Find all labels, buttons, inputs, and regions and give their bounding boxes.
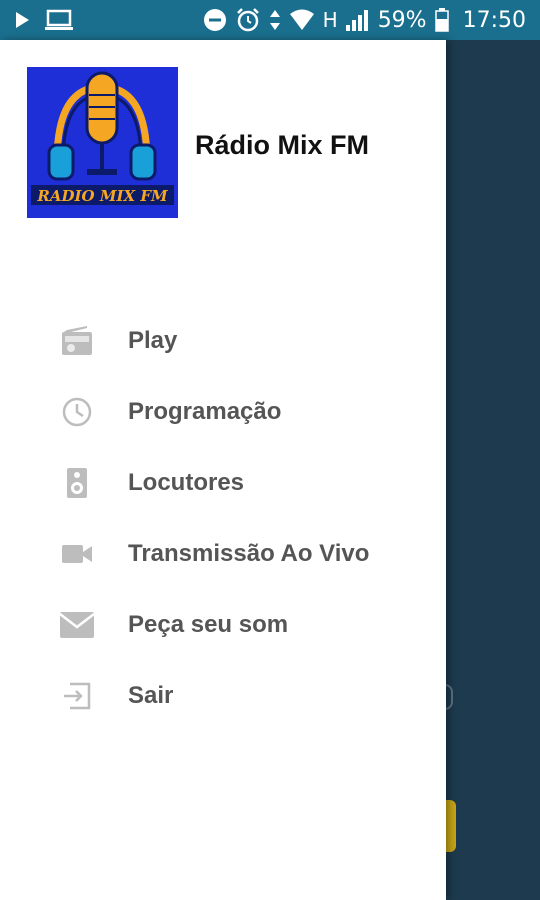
clock-icon	[59, 394, 95, 430]
envelope-icon	[59, 607, 95, 643]
do-not-disturb-icon	[203, 8, 227, 32]
alarm-icon	[235, 7, 261, 33]
data-arrows-icon	[269, 8, 281, 32]
speaker-icon	[59, 465, 95, 501]
exit-icon	[59, 678, 95, 714]
app-title: Rádio Mix FM	[195, 130, 369, 160]
navigation-drawer: RADIO MIX FM Rádio Mix FM Play Programaç…	[0, 40, 446, 900]
menu-label-peca-seu-som: Peça seu som	[128, 610, 289, 638]
video-camera-icon	[59, 536, 95, 572]
clock-time: 17:50	[462, 7, 526, 33]
menu-label-locutores: Locutores	[128, 468, 245, 496]
network-type: H	[322, 8, 338, 32]
menu-item-sair[interactable]: Sair	[0, 660, 446, 731]
app-logo: RADIO MIX FM	[27, 67, 178, 218]
battery-percent: 59%	[377, 7, 427, 33]
menu-item-locutores[interactable]: Locutores	[0, 447, 446, 518]
battery-icon	[434, 8, 449, 32]
play-notification-icon	[14, 11, 30, 29]
wifi-icon	[289, 9, 315, 31]
menu-item-peca-seu-som[interactable]: Peça seu som	[0, 589, 446, 660]
menu-item-programacao[interactable]: Programação	[0, 376, 446, 447]
app-background	[446, 40, 540, 900]
menu-label-play: Play	[128, 326, 178, 354]
status-bar: H 59% 17:50	[0, 0, 540, 40]
menu-label-transmissao: Transmissão Ao Vivo	[128, 539, 370, 567]
menu-label-programacao: Programação	[128, 397, 282, 425]
menu-item-transmissao[interactable]: Transmissão Ao Vivo	[0, 518, 446, 589]
drawer-menu: Play Programação Locutores Transmissão A…	[0, 305, 446, 731]
radio-icon	[59, 323, 95, 359]
laptop-notification-icon	[44, 9, 74, 31]
menu-item-play[interactable]: Play	[0, 305, 446, 376]
signal-icon	[345, 9, 370, 31]
logo-text: RADIO MIX FM	[37, 187, 168, 205]
menu-label-sair: Sair	[128, 681, 174, 709]
drawer-header: RADIO MIX FM Rádio Mix FM	[0, 40, 446, 240]
